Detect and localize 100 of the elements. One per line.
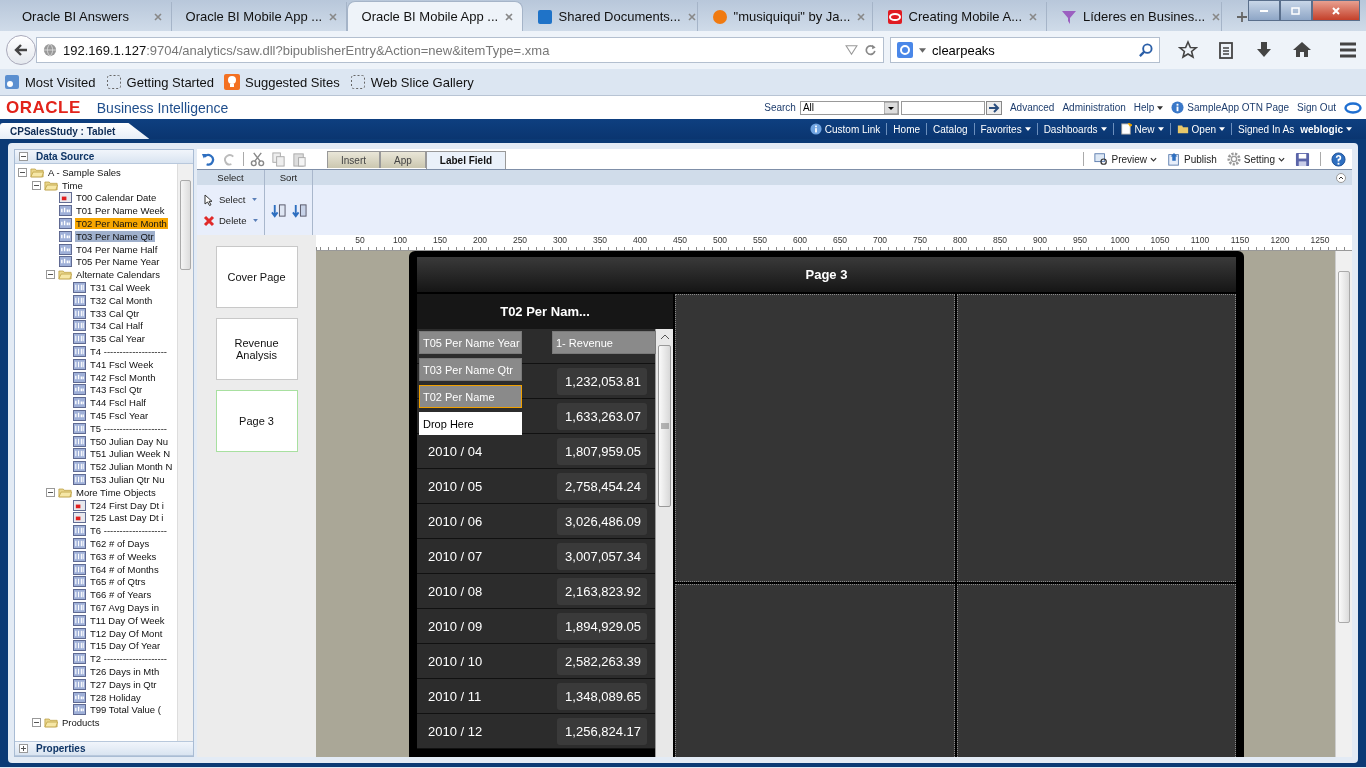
bookmark-link[interactable]: Suggested Sites	[224, 74, 340, 90]
tree-item[interactable]: T43 Fscl Qtr	[89, 384, 144, 396]
close-icon[interactable]	[1211, 11, 1222, 22]
tree-item[interactable]: T45 Fscl Year	[89, 410, 150, 422]
nav-link[interactable]: Favorites	[980, 123, 1031, 135]
header-link[interactable]: SampleApp OTN Page	[1187, 102, 1290, 113]
tree-item[interactable]: T51 Julian Week N	[89, 448, 172, 460]
tree-item[interactable]: T64 # of Months	[89, 563, 160, 575]
close-icon[interactable]	[504, 11, 515, 22]
cut-icon[interactable]	[250, 151, 265, 167]
tree-item[interactable]: T15 Day Of Year	[89, 640, 162, 652]
tree-item[interactable]: T65 # of Qtrs	[89, 576, 147, 588]
tree-item[interactable]: T44 Fscl Half	[89, 397, 147, 409]
close-button[interactable]	[1312, 0, 1360, 21]
tree-item[interactable]: T28 Holiday	[89, 691, 142, 703]
header-link[interactable]: Advanced	[1009, 102, 1055, 113]
tree-item[interactable]: T26 Days in Mth	[89, 665, 161, 677]
page-thumbnail[interactable]: Page 3	[215, 390, 298, 452]
tree-item[interactable]: T4 --------------------	[89, 346, 168, 358]
new-tab-icon[interactable]	[1236, 11, 1248, 23]
drop-target[interactable]: Drop Here	[419, 412, 522, 435]
tree-folder[interactable]: More Time Objects	[75, 486, 157, 498]
expand-icon[interactable]	[19, 744, 28, 753]
tree-folder[interactable]: Products	[61, 717, 101, 729]
collapse-icon[interactable]	[32, 718, 41, 728]
scroll-up-icon[interactable]	[659, 334, 670, 340]
tree-item[interactable]: T02 Per Name Month	[75, 218, 168, 230]
ribbon-tab[interactable]: Insert	[327, 151, 380, 168]
dropdown-icon[interactable]	[845, 44, 858, 56]
undo-icon[interactable]	[201, 151, 216, 167]
ribbon-button[interactable]: Select	[203, 193, 264, 206]
search-input[interactable]	[900, 100, 985, 115]
bookmark-link[interactable]: Most Visited	[4, 74, 96, 90]
star-icon[interactable]	[1178, 40, 1198, 60]
tree-item[interactable]: T66 # of Years	[89, 589, 153, 601]
nav-link[interactable]: Catalog	[933, 123, 968, 135]
tree-item[interactable]: T25 Last Day Dt i	[89, 512, 165, 524]
collapse-icon[interactable]	[32, 180, 41, 190]
search-go-button[interactable]	[985, 100, 1002, 115]
maximize-button[interactable]	[1280, 0, 1312, 21]
close-icon[interactable]	[686, 11, 697, 22]
bookmark-link[interactable]: Web Slice Gallery	[349, 74, 474, 90]
scrollbar[interactable]	[655, 329, 673, 757]
save-icon[interactable]	[1295, 151, 1310, 167]
tree-item[interactable]: T52 Julian Month N	[89, 461, 174, 473]
tree-folder[interactable]: Alternate Calendars	[75, 269, 161, 281]
tree-item[interactable]: T04 Per Name Half	[75, 243, 159, 255]
tree-item[interactable]: T41 Fscl Week	[89, 358, 155, 370]
tree-item[interactable]: T03 Per Name Qtr	[75, 230, 155, 242]
home-icon[interactable]	[1292, 40, 1312, 60]
back-button[interactable]	[6, 35, 36, 65]
tree-item[interactable]: T01 Per Name Week	[75, 205, 166, 217]
tree-item[interactable]: T50 Julian Day Nu	[89, 435, 170, 447]
close-icon[interactable]	[856, 11, 867, 22]
close-icon[interactable]	[1028, 11, 1038, 22]
tree-item[interactable]: T67 Avg Days in	[89, 602, 160, 613]
scrollbar[interactable]	[1335, 251, 1352, 757]
ribbon-button[interactable]: Delete	[203, 214, 264, 227]
clipboard-icon[interactable]	[1216, 40, 1236, 60]
toolbar-button[interactable]: Publish	[1167, 152, 1217, 166]
tree-item[interactable]: T62 # of Days	[89, 538, 151, 549]
tree-item[interactable]: T2 --------------------	[89, 653, 168, 665]
collapse-ribbon-icon[interactable]	[1336, 172, 1346, 183]
tree-item[interactable]: T31 Cal Week	[89, 282, 151, 294]
tree-item[interactable]: T5 --------------------	[89, 422, 168, 434]
tree-item[interactable]: T99 Total Value (	[89, 704, 162, 716]
menu-icon[interactable]	[1338, 40, 1358, 60]
ribbon-tab[interactable]: App	[380, 151, 426, 168]
user-menu[interactable]: weblogic	[1300, 123, 1352, 135]
tree-item[interactable]: T34 Cal Half	[89, 320, 144, 332]
nav-link[interactable]: Home	[893, 123, 921, 135]
tree-folder[interactable]: Time	[61, 179, 84, 191]
close-icon[interactable]	[328, 11, 339, 22]
tree-item[interactable]: T53 Julian Qtr Nu	[89, 474, 166, 485]
tree-item[interactable]: T05 Per Name Year	[75, 256, 161, 268]
sort-descending-icon[interactable]	[291, 202, 307, 218]
search-engine-icon[interactable]	[897, 42, 913, 58]
ribbon-tab[interactable]: Label Field	[425, 151, 507, 169]
search-icon[interactable]	[1138, 42, 1153, 58]
tree-item[interactable]: T12 Day Of Mont	[89, 627, 164, 639]
help-icon[interactable]	[1331, 151, 1346, 167]
tree-item[interactable]: T6 --------------------	[89, 525, 168, 537]
tree-item[interactable]: T32 Cal Month	[89, 294, 154, 306]
nav-link[interactable]: Custom Link	[809, 123, 881, 135]
search-scope-dropdown[interactable]: All	[799, 100, 899, 115]
tree-item[interactable]: T27 Days in Qtr	[89, 678, 158, 690]
minimize-button[interactable]	[1248, 0, 1280, 21]
empty-cell[interactable]	[675, 294, 955, 582]
tree-item[interactable]: T24 First Day Dt i	[89, 499, 165, 511]
reload-icon[interactable]	[864, 44, 877, 56]
nav-link[interactable]: Dashboards	[1043, 123, 1107, 135]
header-link[interactable]: Administration	[1062, 102, 1126, 113]
toolbar-button[interactable]: Preview	[1094, 152, 1158, 166]
bookmark-link[interactable]: Getting Started	[105, 74, 215, 90]
collapse-icon[interactable]	[19, 152, 28, 161]
collapse-icon[interactable]	[46, 270, 55, 280]
tree-item[interactable]: T35 Cal Year	[89, 333, 146, 345]
toolbar-button[interactable]: Setting	[1226, 152, 1285, 166]
browser-tab[interactable]: Oracle BI Mobile App ...	[346, 1, 523, 31]
nav-link[interactable]: Open	[1176, 123, 1226, 135]
